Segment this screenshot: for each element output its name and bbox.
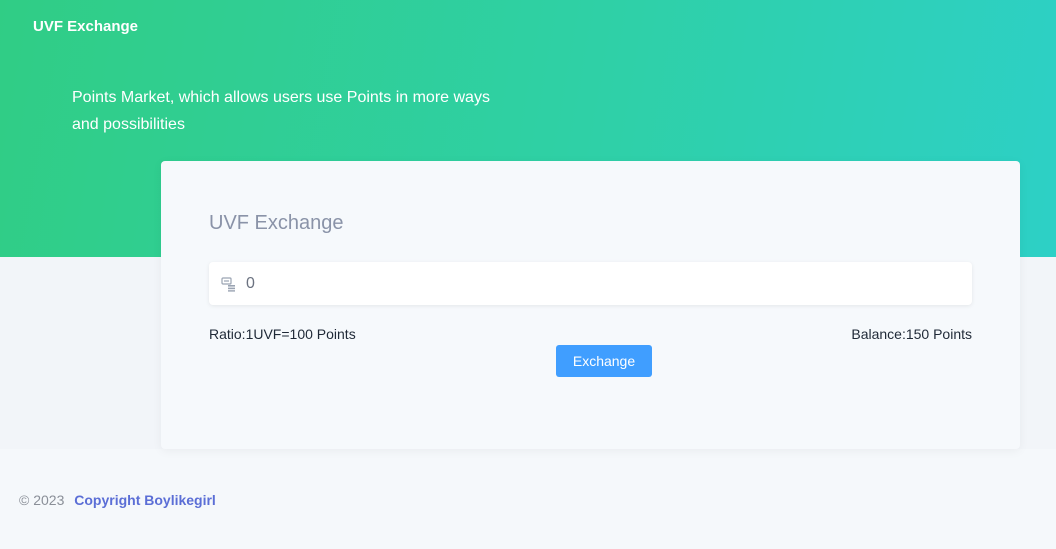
exchange-ratio: Ratio:1UVF=100 Points (209, 326, 356, 342)
page: UVF Exchange Points Market, which allows… (0, 0, 1056, 549)
footer: © 2023 Copyright Boylikegirl (19, 491, 216, 509)
exchange-card: UVF Exchange Ratio:1UVF=100 Points Balan… (161, 161, 1020, 449)
amount-input[interactable] (246, 262, 972, 305)
card-title: UVF Exchange (209, 212, 344, 234)
copyright-year: © 2023 (19, 492, 65, 508)
amount-field[interactable] (209, 262, 972, 305)
copyright-link[interactable]: Copyright Boylikegirl (74, 492, 216, 508)
hero-description: Points Market, which allows users use Po… (72, 89, 490, 133)
exchange-button[interactable]: Exchange (556, 345, 652, 377)
points-balance: Balance:150 Points (851, 326, 972, 342)
exchange-icon (220, 275, 238, 293)
brand-logo[interactable]: UVF Exchange (33, 17, 138, 37)
